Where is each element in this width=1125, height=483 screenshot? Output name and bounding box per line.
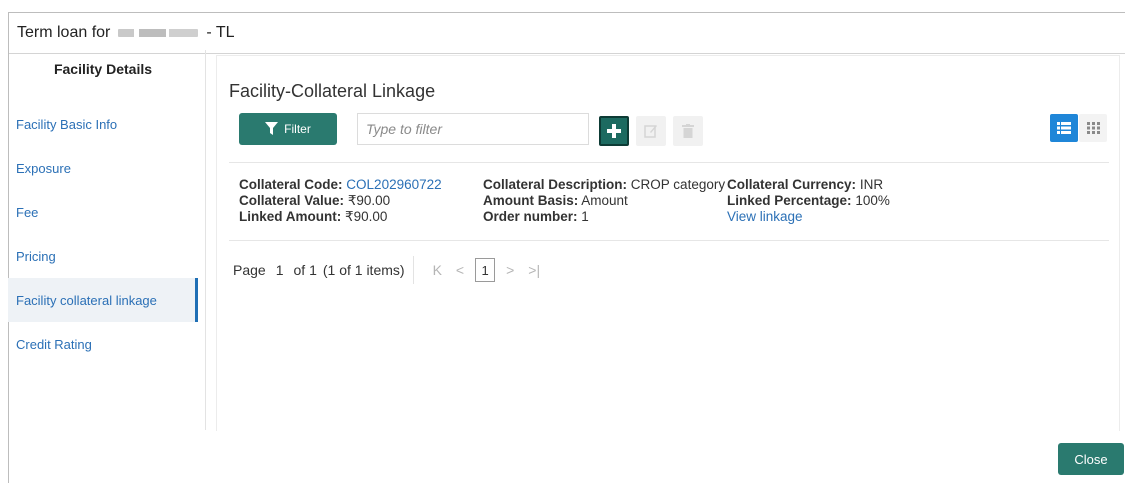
list-view-toggle[interactable] [1050,114,1078,142]
facility-sidebar: Facility Details Facility Basic Info Exp… [8,50,198,430]
sidebar-item-fee[interactable]: Fee [8,190,198,234]
linked-amount-value: ₹90.00 [345,209,388,224]
sidebar-item-credit-rating[interactable]: Credit Rating [8,322,198,366]
page-title: Facility-Collateral Linkage [229,81,436,101]
collateral-code-label: Collateral Code: [239,177,343,192]
collateral-value: ₹90.00 [347,193,391,208]
sidebar-item-facility-collateral-linkage[interactable]: Facility collateral linkage [8,278,198,322]
add-button[interactable] [599,116,629,146]
filter-input[interactable]: Type to filter [357,113,589,145]
sidebar-heading: Facility Details [53,61,153,77]
title-suffix: - TL [206,24,235,41]
linked-amount-label: Linked Amount: [239,209,342,224]
collateral-currency-value: INR [859,177,884,192]
sidebar-divider [205,50,206,430]
amount-basis-label: Amount Basis: [483,193,579,208]
close-button[interactable]: Close [1058,443,1124,475]
page-of-label: of 1 [293,262,317,278]
list-header-divider [229,162,1109,163]
record-column-2: Collateral Description: CROP category Am… [483,177,725,225]
next-page-icon[interactable]: > [506,262,514,278]
redacted-customer-name [118,29,199,37]
edit-button[interactable] [636,116,666,146]
order-number-value: 1 [581,209,589,224]
title-prefix: Term loan for [17,24,111,41]
filter-button-label: Filter [284,122,311,136]
filter-placeholder: Type to filter [366,121,442,137]
edit-icon [644,125,657,138]
delete-button[interactable] [673,116,703,146]
page-label: Page [233,262,266,278]
collateral-linkage-panel: Facility-Collateral Linkage Filter Type … [216,55,1120,431]
last-page-icon[interactable]: >| [528,262,540,278]
linked-percentage-value: 100% [855,193,890,208]
view-linkage-link[interactable]: View linkage [727,209,803,224]
sidebar-item-facility-basic-info[interactable]: Facility Basic Info [8,102,198,146]
list-view-icon [1057,122,1071,134]
collateral-value-label: Collateral Value: [239,193,345,208]
collateral-description-value: CROP category [630,177,726,192]
record-column-1: Collateral Code: COL202960722 Collateral… [239,177,442,225]
sidebar-item-exposure[interactable]: Exposure [8,146,198,190]
funnel-icon [265,122,279,135]
previous-page-icon[interactable]: < [456,262,464,278]
collateral-description-label: Collateral Description: [483,177,628,192]
linked-percentage-label: Linked Percentage: [727,193,852,208]
dialog-title: Term loan for - TL [9,13,1125,54]
collateral-currency-label: Collateral Currency: [727,177,857,192]
first-page-icon[interactable]: K [433,262,442,278]
items-count: (1 of 1 items) [322,262,405,278]
record-column-3: Collateral Currency: INR Linked Percenta… [727,177,890,225]
filter-button[interactable]: Filter [239,113,337,145]
grid-view-toggle[interactable] [1079,114,1107,142]
trash-icon [682,124,694,138]
collateral-code-link[interactable]: COL202960722 [346,177,441,192]
amount-basis-value: Amount [581,193,628,208]
record-divider [229,240,1109,241]
sidebar-item-pricing[interactable]: Pricing [8,234,198,278]
pagination: Page 1 of 1 (1 of 1 items) K < 1 > >| [233,255,547,285]
current-page-button[interactable]: 1 [475,258,496,282]
page-number-field[interactable]: 1 [276,262,284,278]
grid-view-icon [1086,122,1100,134]
order-number-label: Order number: [483,209,578,224]
plus-icon [607,124,621,138]
